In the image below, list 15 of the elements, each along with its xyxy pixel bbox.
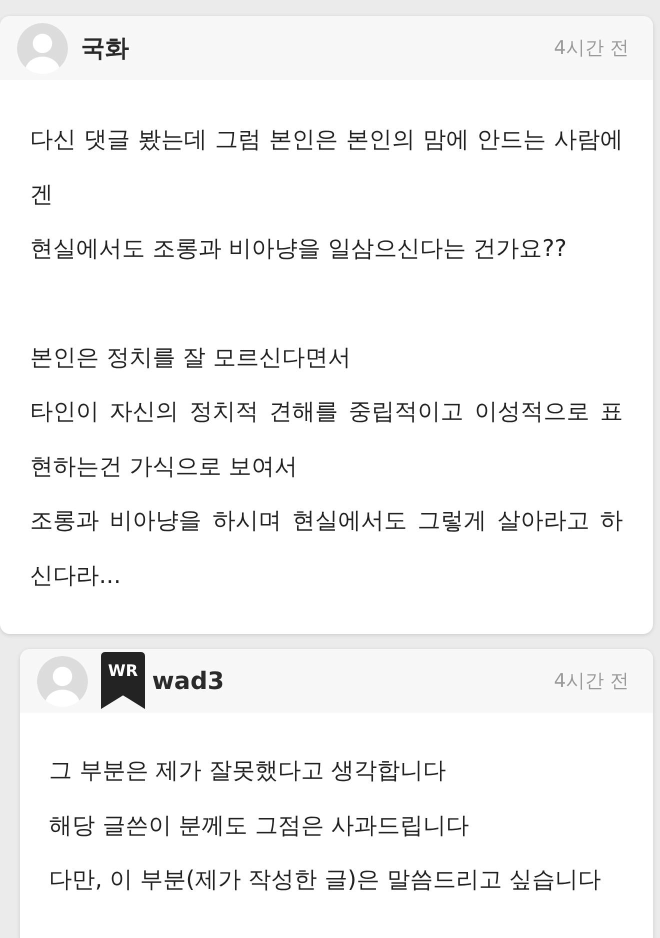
comment-text: 본인은 정치를 잘 모르신다면서 (30, 344, 352, 372)
author-name: 국화 (81, 33, 129, 64)
comment-text: 다만, 이 부분(제가 작성한 글)은 말씀드리고 싶습니다 (49, 866, 602, 895)
comment-text: 해당 글쓴이 분께도 그점은 사과드립니다 (49, 812, 470, 840)
comment-time: 4시간 전 (554, 669, 629, 694)
writer-badge: WR (101, 652, 145, 709)
comment-text: 그 부분은 제가 잘못했다고 생각합니다 (49, 757, 448, 786)
comment-text: 타인이 자신의 정치적 견해를 중립적이고 이성적으로 표현하는건 가식으로 보여서 (30, 398, 623, 482)
author-name: wad3 (152, 667, 224, 695)
avatar-icon (17, 22, 68, 74)
comment-time: 4시간 전 (554, 36, 629, 61)
comment-text: 다신 댓글 봤는데 그럼 본인은 본인의 맘에 안드는 사람에겐 (30, 126, 623, 210)
comment-text: 현실에서도 조롱과 비아냥을 일삼으신다는 건가요?? (30, 235, 568, 264)
avatar-icon (37, 656, 88, 706)
comment-text: 조롱과 비아냥을 하시며 현실에서도 그렇게 살아라고 하신다라... (30, 507, 623, 590)
